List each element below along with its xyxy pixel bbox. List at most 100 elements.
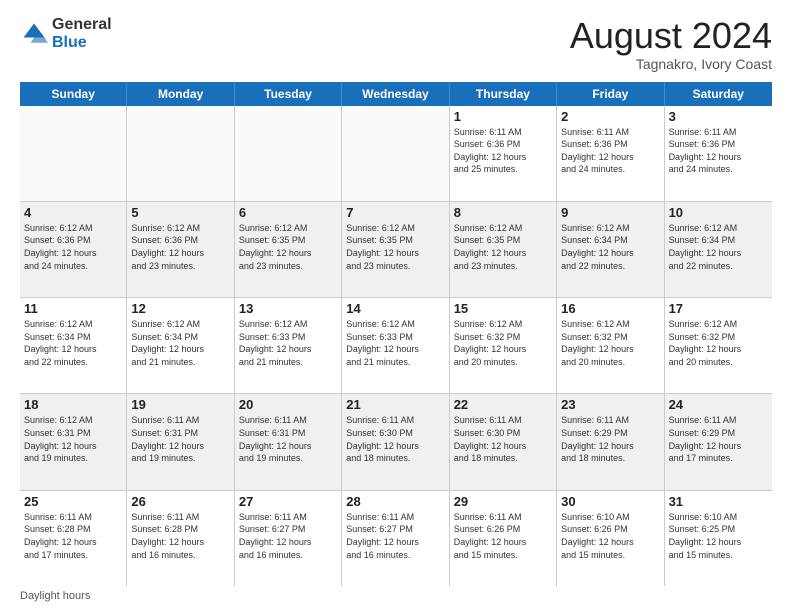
logo-blue-text: Blue	[52, 34, 112, 52]
cal-week-2: 4 Sunrise: 6:12 AM Sunset: 6:36 PM Daylig…	[20, 202, 772, 298]
day-number: 29	[454, 494, 552, 509]
day-number: 30	[561, 494, 659, 509]
day-info: Sunrise: 6:11 AM Sunset: 6:27 PM Dayligh…	[239, 511, 337, 561]
day-number: 13	[239, 301, 337, 316]
day-info: Sunrise: 6:11 AM Sunset: 6:29 PM Dayligh…	[669, 414, 768, 464]
day-number: 20	[239, 397, 337, 412]
cal-cell-day-30: 30Sunrise: 6:10 AM Sunset: 6:26 PM Dayli…	[557, 491, 664, 586]
cal-cell-day-26: 26 Sunrise: 6:11 AM Sunset: 6:28 PM Dayli…	[127, 491, 234, 586]
cal-header-sunday: Sunday	[20, 82, 127, 106]
day-number: 21	[346, 397, 444, 412]
day-number: 15	[454, 301, 552, 316]
day-number: 7	[346, 205, 444, 220]
cal-cell-day-8: 8 Sunrise: 6:12 AM Sunset: 6:35 PM Daylig…	[450, 202, 557, 297]
cal-cell-day-21: 21 Sunrise: 6:11 AM Sunset: 6:30 PM Dayli…	[342, 394, 449, 489]
cal-cell-day-17: 17 Sunrise: 6:12 AM Sunset: 6:32 PM Dayli…	[665, 298, 772, 393]
day-info: Sunrise: 6:11 AM Sunset: 6:36 PM Dayligh…	[454, 126, 552, 176]
cal-cell-day-24: 24 Sunrise: 6:11 AM Sunset: 6:29 PM Dayli…	[665, 394, 772, 489]
cal-cell-day-13: 13 Sunrise: 6:12 AM Sunset: 6:33 PM Dayli…	[235, 298, 342, 393]
day-info: Sunrise: 6:12 AM Sunset: 6:34 PM Dayligh…	[24, 318, 122, 368]
cal-cell-day-12: 12 Sunrise: 6:12 AM Sunset: 6:34 PM Dayli…	[127, 298, 234, 393]
day-number: 26	[131, 494, 229, 509]
day-info: Sunrise: 6:12 AM Sunset: 6:36 PM Dayligh…	[131, 222, 229, 272]
day-number: 8	[454, 205, 552, 220]
day-number: 10	[669, 205, 768, 220]
day-info: Sunrise: 6:11 AM Sunset: 6:31 PM Dayligh…	[239, 414, 337, 464]
day-info: Sunrise: 6:11 AM Sunset: 6:31 PM Dayligh…	[131, 414, 229, 464]
cal-cell-day-5: 5Sunrise: 6:12 AM Sunset: 6:36 PM Daylig…	[127, 202, 234, 297]
main-title: August 2024	[570, 16, 772, 56]
day-info: Sunrise: 6:12 AM Sunset: 6:32 PM Dayligh…	[561, 318, 659, 368]
day-info: Sunrise: 6:11 AM Sunset: 6:29 PM Dayligh…	[561, 414, 659, 464]
cal-cell-day-19: 19Sunrise: 6:11 AM Sunset: 6:31 PM Dayli…	[127, 394, 234, 489]
title-block: August 2024 Tagnakro, Ivory Coast	[570, 16, 772, 72]
cal-cell-day-25: 25 Sunrise: 6:11 AM Sunset: 6:28 PM Dayli…	[20, 491, 127, 586]
cal-week-3: 11 Sunrise: 6:12 AM Sunset: 6:34 PM Dayli…	[20, 298, 772, 394]
cal-week-5: 25 Sunrise: 6:11 AM Sunset: 6:28 PM Dayli…	[20, 491, 772, 586]
day-info: Sunrise: 6:11 AM Sunset: 6:30 PM Dayligh…	[346, 414, 444, 464]
day-info: Sunrise: 6:11 AM Sunset: 6:27 PM Dayligh…	[346, 511, 444, 561]
day-info: Sunrise: 6:12 AM Sunset: 6:34 PM Dayligh…	[131, 318, 229, 368]
cal-header-tuesday: Tuesday	[235, 82, 342, 106]
day-number: 12	[131, 301, 229, 316]
cal-cell-empty	[127, 106, 234, 201]
cal-cell-day-18: 18Sunrise: 6:12 AM Sunset: 6:31 PM Dayli…	[20, 394, 127, 489]
day-info: Sunrise: 6:11 AM Sunset: 6:26 PM Dayligh…	[454, 511, 552, 561]
cal-cell-day-11: 11 Sunrise: 6:12 AM Sunset: 6:34 PM Dayli…	[20, 298, 127, 393]
cal-cell-day-3: 3Sunrise: 6:11 AM Sunset: 6:36 PM Daylig…	[665, 106, 772, 201]
day-info: Sunrise: 6:11 AM Sunset: 6:30 PM Dayligh…	[454, 414, 552, 464]
cal-week-1: 1 Sunrise: 6:11 AM Sunset: 6:36 PM Daylig…	[20, 106, 772, 202]
day-info: Sunrise: 6:12 AM Sunset: 6:36 PM Dayligh…	[24, 222, 122, 272]
day-info: Sunrise: 6:12 AM Sunset: 6:33 PM Dayligh…	[239, 318, 337, 368]
cal-cell-day-16: 16 Sunrise: 6:12 AM Sunset: 6:32 PM Dayli…	[557, 298, 664, 393]
day-info: Sunrise: 6:11 AM Sunset: 6:36 PM Dayligh…	[669, 126, 768, 176]
day-number: 22	[454, 397, 552, 412]
cal-cell-day-6: 6Sunrise: 6:12 AM Sunset: 6:35 PM Daylig…	[235, 202, 342, 297]
cal-week-4: 18Sunrise: 6:12 AM Sunset: 6:31 PM Dayli…	[20, 394, 772, 490]
day-info: Sunrise: 6:11 AM Sunset: 6:28 PM Dayligh…	[24, 511, 122, 561]
day-info: Sunrise: 6:12 AM Sunset: 6:32 PM Dayligh…	[669, 318, 768, 368]
day-number: 14	[346, 301, 444, 316]
cal-header-wednesday: Wednesday	[342, 82, 449, 106]
cal-cell-day-10: 10 Sunrise: 6:12 AM Sunset: 6:34 PM Dayli…	[665, 202, 772, 297]
day-info: Sunrise: 6:12 AM Sunset: 6:34 PM Dayligh…	[669, 222, 768, 272]
day-info: Sunrise: 6:12 AM Sunset: 6:35 PM Dayligh…	[239, 222, 337, 272]
cal-cell-day-23: 23 Sunrise: 6:11 AM Sunset: 6:29 PM Dayli…	[557, 394, 664, 489]
calendar-header-row: SundayMondayTuesdayWednesdayThursdayFrid…	[20, 82, 772, 106]
day-number: 11	[24, 301, 122, 316]
day-number: 16	[561, 301, 659, 316]
day-number: 24	[669, 397, 768, 412]
day-number: 4	[24, 205, 122, 220]
day-number: 25	[24, 494, 122, 509]
cal-cell-empty	[235, 106, 342, 201]
cal-cell-day-7: 7 Sunrise: 6:12 AM Sunset: 6:35 PM Daylig…	[342, 202, 449, 297]
cal-cell-day-4: 4 Sunrise: 6:12 AM Sunset: 6:36 PM Daylig…	[20, 202, 127, 297]
day-info: Sunrise: 6:12 AM Sunset: 6:35 PM Dayligh…	[346, 222, 444, 272]
cal-header-saturday: Saturday	[665, 82, 772, 106]
day-info: Sunrise: 6:11 AM Sunset: 6:28 PM Dayligh…	[131, 511, 229, 561]
day-info: Sunrise: 6:10 AM Sunset: 6:25 PM Dayligh…	[669, 511, 768, 561]
cal-cell-day-9: 9Sunrise: 6:12 AM Sunset: 6:34 PM Daylig…	[557, 202, 664, 297]
calendar-body: 1 Sunrise: 6:11 AM Sunset: 6:36 PM Daylig…	[20, 106, 772, 586]
day-number: 17	[669, 301, 768, 316]
cal-header-monday: Monday	[127, 82, 234, 106]
day-number: 23	[561, 397, 659, 412]
day-info: Sunrise: 6:12 AM Sunset: 6:35 PM Dayligh…	[454, 222, 552, 272]
day-number: 31	[669, 494, 768, 509]
day-number: 1	[454, 109, 552, 124]
cal-cell-day-22: 22 Sunrise: 6:11 AM Sunset: 6:30 PM Dayli…	[450, 394, 557, 489]
header: General Blue August 2024 Tagnakro, Ivory…	[20, 16, 772, 72]
cal-header-thursday: Thursday	[450, 82, 557, 106]
day-info: Sunrise: 6:12 AM Sunset: 6:33 PM Dayligh…	[346, 318, 444, 368]
cal-cell-empty	[20, 106, 127, 201]
footer-note: Daylight hours	[20, 590, 772, 602]
calendar: SundayMondayTuesdayWednesdayThursdayFrid…	[20, 82, 772, 586]
cal-cell-day-27: 27Sunrise: 6:11 AM Sunset: 6:27 PM Dayli…	[235, 491, 342, 586]
cal-cell-day-28: 28Sunrise: 6:11 AM Sunset: 6:27 PM Dayli…	[342, 491, 449, 586]
day-number: 2	[561, 109, 659, 124]
cal-cell-day-29: 29 Sunrise: 6:11 AM Sunset: 6:26 PM Dayli…	[450, 491, 557, 586]
day-number: 9	[561, 205, 659, 220]
subtitle: Tagnakro, Ivory Coast	[570, 56, 772, 72]
page: General Blue August 2024 Tagnakro, Ivory…	[0, 0, 792, 612]
cal-cell-day-31: 31 Sunrise: 6:10 AM Sunset: 6:25 PM Dayli…	[665, 491, 772, 586]
